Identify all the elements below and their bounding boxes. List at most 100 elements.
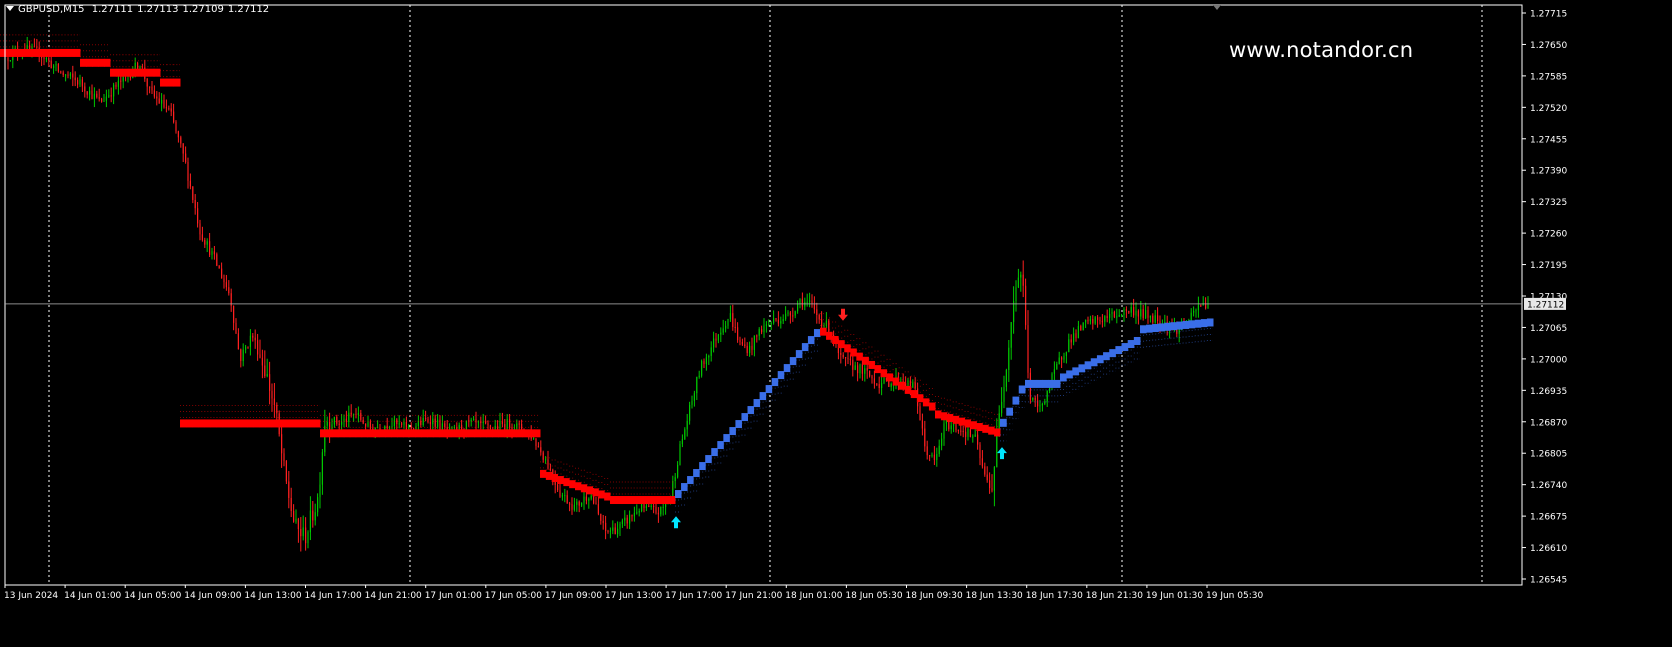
candle-body — [89, 90, 91, 95]
trend-step — [675, 490, 682, 499]
candle-body — [79, 79, 81, 85]
trend-step — [1121, 343, 1129, 352]
trend-step — [627, 496, 635, 505]
candle-body — [338, 423, 340, 425]
trend-step — [61, 48, 69, 57]
candle-body — [163, 99, 165, 108]
candle-body — [197, 208, 199, 224]
x-tick-label: 17 Jun 05:00 — [485, 591, 542, 601]
candle-body — [187, 162, 189, 181]
candle-body — [1075, 333, 1077, 338]
candle-body — [168, 108, 170, 110]
candle-body — [993, 467, 995, 491]
candle-body — [206, 241, 208, 245]
candle-body — [1123, 309, 1125, 316]
candle-body — [561, 495, 563, 497]
trend-step — [681, 483, 688, 492]
candle-body — [943, 423, 945, 439]
candle-body — [1073, 333, 1075, 343]
trend-step — [367, 429, 375, 438]
trend-step — [540, 469, 547, 478]
candle-body — [48, 58, 50, 61]
candle-body — [437, 419, 439, 427]
trend-step — [1084, 361, 1092, 370]
trend-step — [1127, 340, 1135, 349]
candle-body — [921, 420, 923, 429]
candle-body — [583, 496, 585, 503]
trend-step — [964, 419, 971, 428]
trend-step — [994, 428, 1001, 437]
candle-body — [629, 514, 631, 524]
trend-step — [874, 365, 882, 374]
candle-body — [929, 455, 931, 457]
candle-body — [631, 514, 633, 517]
candle-body — [518, 423, 520, 425]
trend-step — [30, 48, 38, 57]
candle-body — [1080, 326, 1082, 331]
trend-step — [1066, 370, 1073, 379]
trend-step — [427, 429, 434, 438]
candle-body — [151, 86, 153, 91]
candle-body — [969, 429, 971, 437]
symbol-label: GBPUSD,M15 — [18, 4, 85, 15]
candle-body — [293, 510, 295, 522]
trend-step — [705, 455, 712, 464]
candle-body — [1082, 322, 1084, 331]
candle-body — [297, 518, 299, 530]
candle-body — [108, 95, 110, 97]
candle-body — [861, 364, 863, 374]
candle-body — [1149, 315, 1151, 318]
dropdown-triangle-icon[interactable] — [6, 6, 14, 11]
candle-body — [955, 424, 957, 431]
candle-body — [429, 421, 431, 425]
candle-body — [1111, 311, 1113, 314]
candle-body — [585, 496, 587, 501]
candle-body — [233, 305, 235, 323]
trend-step — [838, 340, 845, 349]
price-chart[interactable]: 1.27715 1.27650 1.27585 1.27520 1.27455 1.273… — [0, 0, 1672, 647]
candle-body — [1207, 304, 1209, 309]
x-tick-label: 18 Jun 13:30 — [966, 591, 1023, 601]
trend-step — [240, 419, 248, 428]
open-value: 1.27111 — [91, 4, 134, 15]
candle-body — [506, 419, 508, 431]
candle-body — [444, 423, 446, 427]
trend-step — [563, 478, 570, 487]
trend-step — [92, 58, 99, 67]
trend-step — [1006, 407, 1013, 416]
trend-step — [1042, 379, 1049, 388]
candle-body — [972, 436, 974, 438]
candle-body — [681, 438, 683, 445]
trend-step — [12, 48, 19, 57]
candle-body — [957, 430, 959, 432]
candle-body — [761, 329, 763, 333]
trend-step — [86, 58, 93, 67]
candle-body — [787, 312, 789, 314]
candle-body — [485, 421, 487, 424]
y-tick-label: 1.27000 — [1530, 355, 1567, 365]
y-tick-label: 1.27520 — [1530, 104, 1567, 114]
candle-body — [624, 517, 626, 521]
trend-step — [180, 419, 187, 428]
trend-step — [1188, 320, 1196, 329]
candle-body — [617, 528, 619, 535]
trend-step — [1025, 379, 1032, 388]
candle-body — [499, 421, 501, 430]
candle-body — [1197, 305, 1199, 311]
trend-step — [1182, 320, 1190, 329]
candle-body — [816, 309, 818, 315]
candle-body — [931, 454, 933, 457]
candle-body — [425, 417, 427, 420]
candle-body — [1032, 397, 1034, 400]
candle-body — [336, 416, 338, 424]
candle-body — [919, 406, 921, 421]
trend-step — [160, 78, 168, 87]
candle-body — [321, 452, 323, 485]
candle-body — [69, 73, 71, 76]
trend-step — [982, 424, 989, 433]
candle-body — [792, 315, 794, 317]
candle-body — [29, 45, 31, 49]
candle-body — [60, 71, 62, 73]
candle-body — [1017, 277, 1019, 288]
candle-body — [986, 474, 988, 481]
